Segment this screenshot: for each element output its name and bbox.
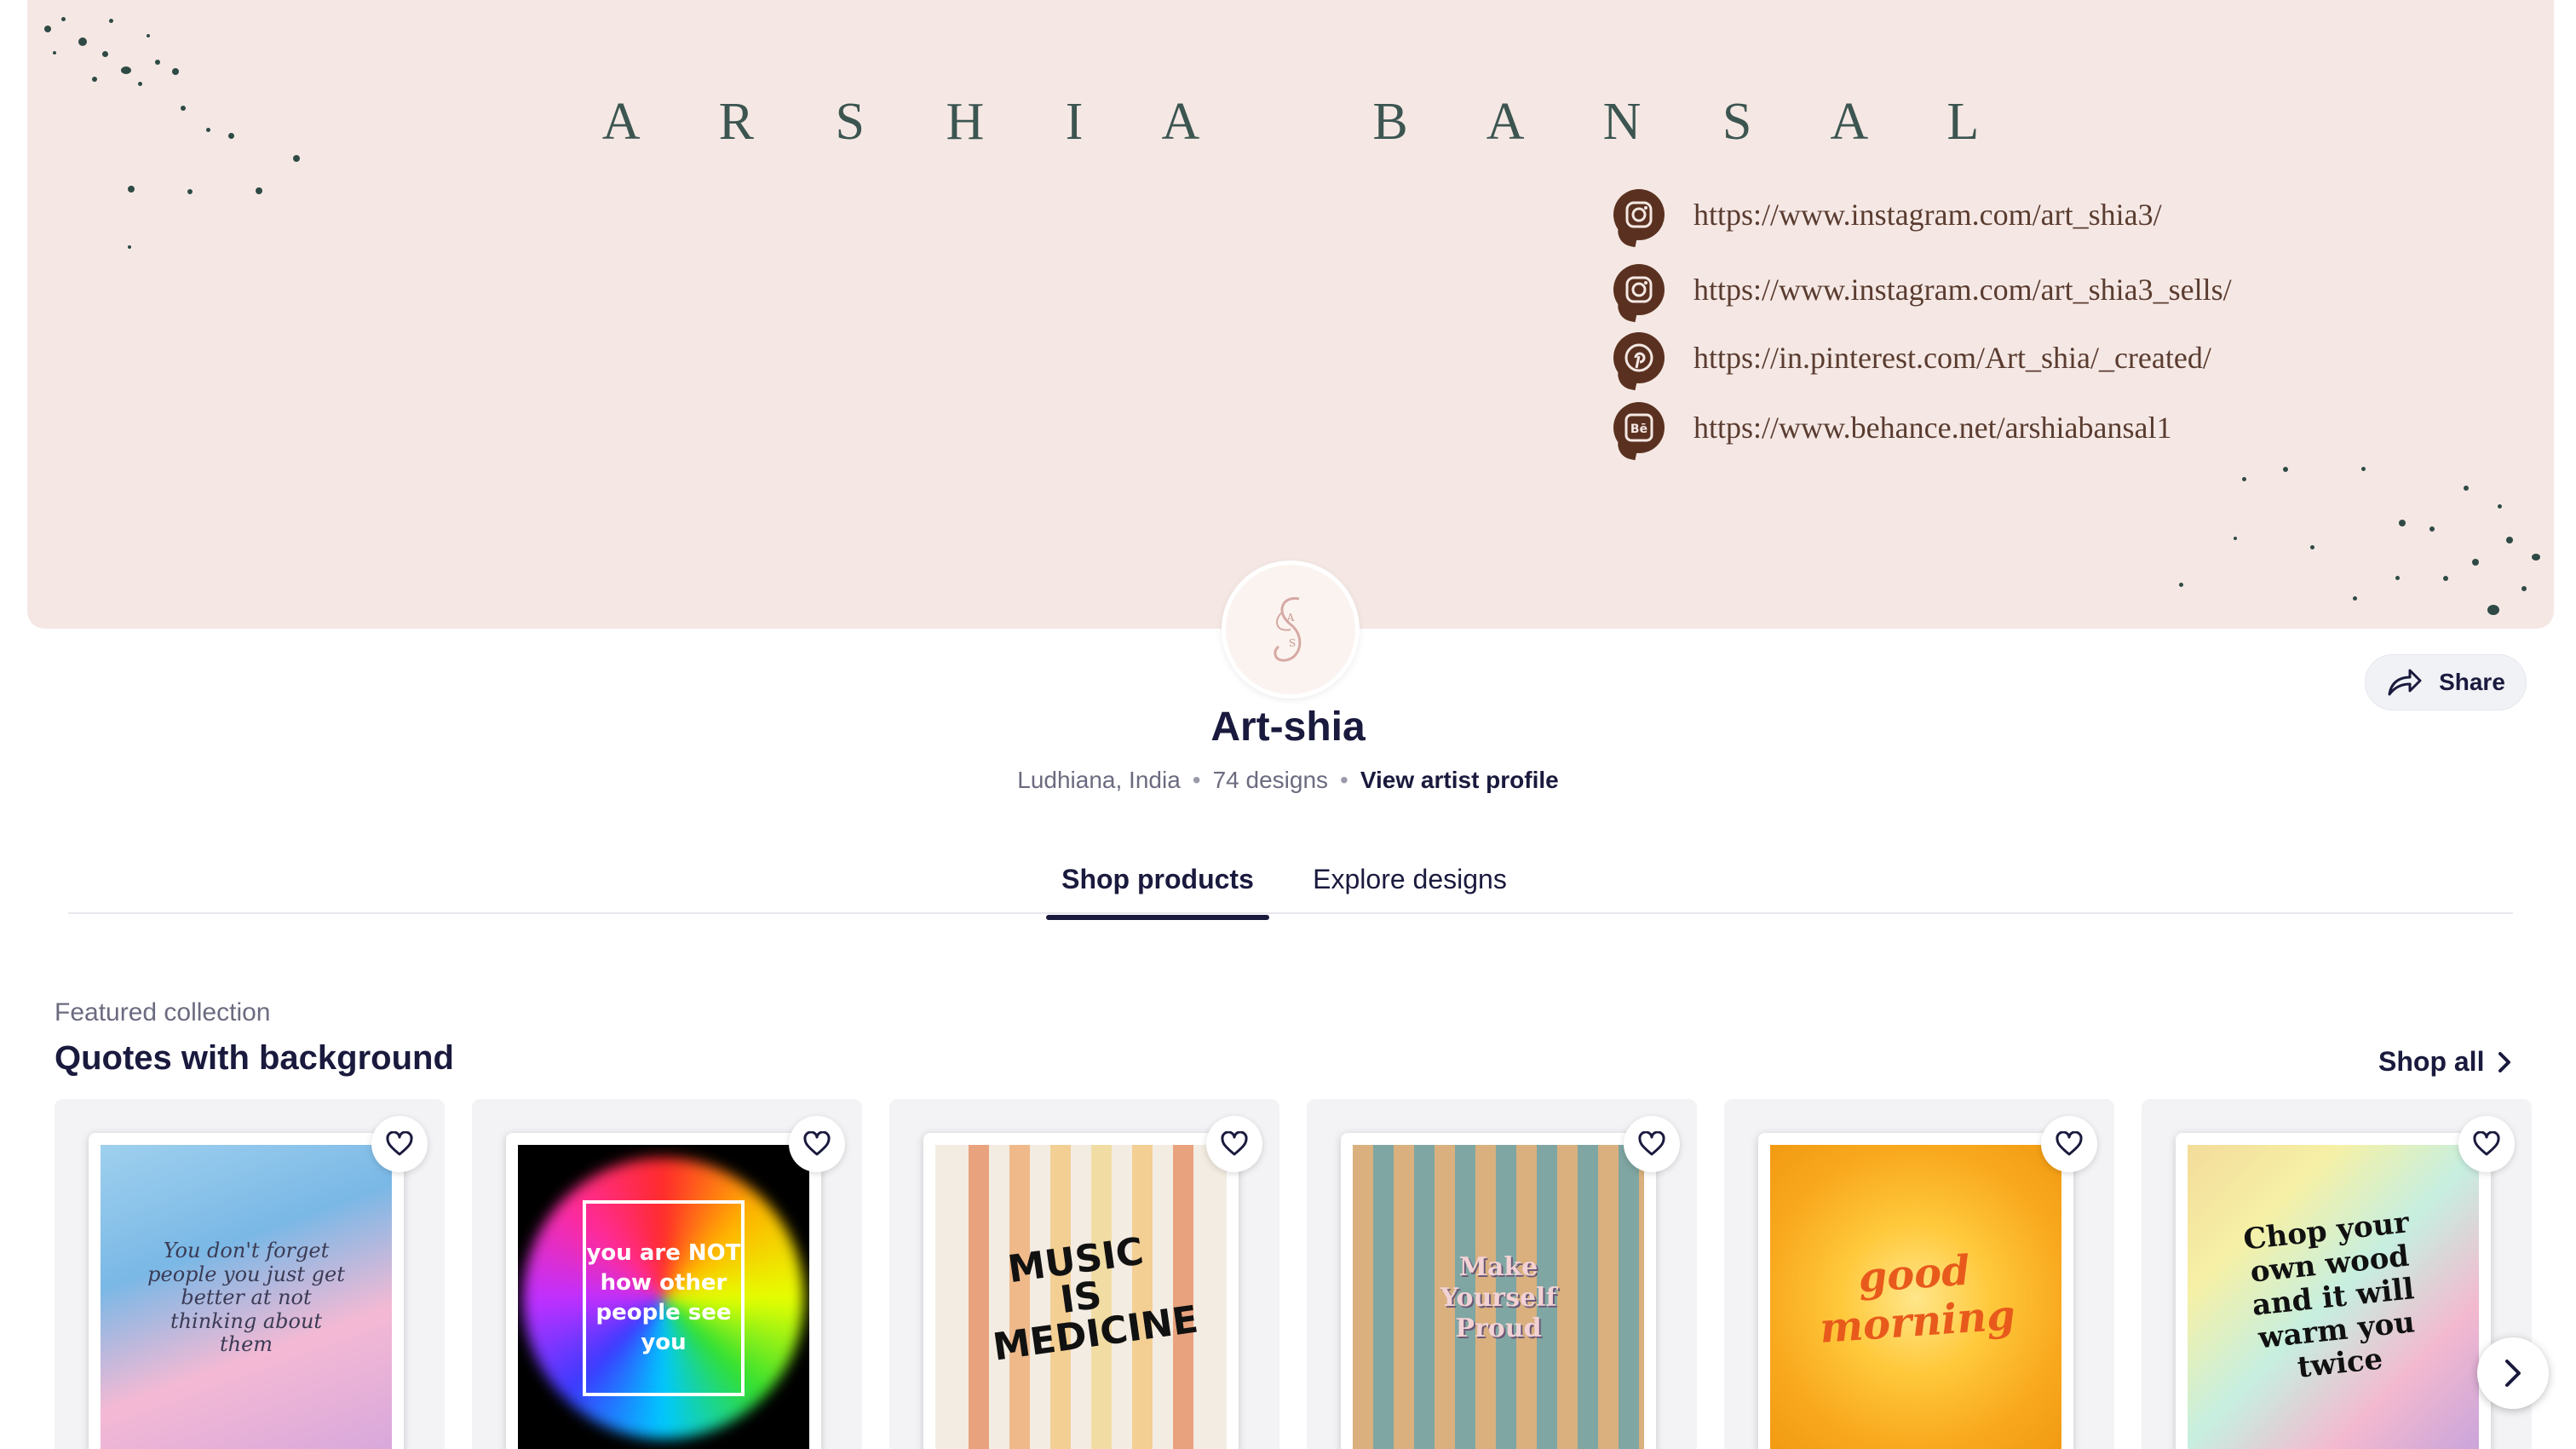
product-frame: You don't forget people you just get bet… (89, 1133, 404, 1449)
product-frame: MUSIC IS MEDICINE (923, 1133, 1239, 1449)
product-frame: you are NOT how other people see you (506, 1133, 821, 1449)
instagram-icon (1613, 189, 1665, 240)
chevron-right-icon (2505, 1360, 2521, 1387)
product-card[interactable]: you are NOT how other people see you (472, 1099, 862, 1449)
favorite-button[interactable] (2041, 1116, 2097, 1172)
artwork-text: MUSIC IS MEDICINE (990, 1229, 1201, 1370)
favorite-button[interactable] (2458, 1116, 2515, 1172)
artist-design-count: 74 designs (1212, 767, 1329, 793)
product-card[interactable]: You don't forget people you just get bet… (55, 1099, 445, 1449)
social-link-behance[interactable]: Bē https://www.behance.net/arshiabansal1 (1613, 402, 2172, 453)
carousel-next-button[interactable] (2477, 1337, 2549, 1409)
artist-logo-icon: A S (1274, 597, 1302, 662)
social-link-instagram[interactable]: https://www.instagram.com/art_shia3/ (1613, 189, 2162, 240)
heart-icon (386, 1131, 413, 1156)
tabs-divider (68, 912, 2513, 914)
artwork-text: you are NOT how other people see you (586, 1239, 741, 1356)
svg-text:S: S (1289, 637, 1296, 649)
share-button[interactable]: Share (2365, 654, 2527, 710)
chevron-right-icon (2498, 1051, 2511, 1072)
heart-icon (1638, 1131, 1665, 1156)
heart-icon (1221, 1131, 1248, 1156)
artist-meta: Ludhiana, India • 74 designs • View artist p… (0, 767, 2576, 794)
heart-icon (2473, 1131, 2500, 1156)
social-url: https://www.instagram.com/art_shia3/ (1693, 198, 2162, 232)
artwork-text: Chop your own wood and it will warm you … (2241, 1205, 2417, 1386)
separator-dot: • (1192, 767, 1201, 793)
artist-name: Art-shia (1210, 704, 1366, 750)
product-artwork: Chop your own wood and it will warm you … (2188, 1145, 2479, 1449)
heart-icon (803, 1131, 831, 1156)
instagram-icon (1613, 264, 1665, 315)
favorite-button[interactable] (1206, 1116, 1262, 1172)
profile-banner: A R S H I A B A N S A L https://www.inst… (27, 0, 2554, 629)
artwork-text: Make Yourself Proud (1440, 1252, 1557, 1343)
social-link-pinterest[interactable]: https://in.pinterest.com/Art_shia/_creat… (1613, 332, 2211, 383)
behance-icon: Bē (1613, 402, 1665, 453)
social-url: https://www.behance.net/arshiabansal1 (1693, 411, 2172, 445)
product-frame: Chop your own wood and it will warm you … (2176, 1133, 2491, 1449)
product-artwork: good morning (1770, 1145, 2061, 1449)
product-card[interactable]: good morning (1724, 1099, 2114, 1449)
shop-all-link[interactable]: Shop all (2378, 1046, 2511, 1078)
favorite-button[interactable] (1624, 1116, 1680, 1172)
product-artwork: you are NOT how other people see you (518, 1145, 809, 1449)
product-artwork: MUSIC IS MEDICINE (935, 1145, 1227, 1449)
artwork-text: good morning (1818, 1246, 2017, 1353)
favorite-button[interactable] (371, 1116, 428, 1172)
banner-title: A R S H I A B A N S A L (601, 93, 2014, 151)
svg-text:Bē: Bē (1630, 423, 1647, 436)
product-artwork: You don't forget people you just get bet… (101, 1145, 392, 1449)
share-label: Share (2439, 669, 2505, 695)
collection-title: Quotes with background (55, 1039, 454, 1077)
social-link-instagram-sells[interactable]: https://www.instagram.com/art_shia3_sell… (1613, 264, 2232, 315)
pinterest-icon (1613, 332, 1665, 383)
favorite-button[interactable] (789, 1116, 845, 1172)
social-url: https://in.pinterest.com/Art_shia/_creat… (1693, 341, 2211, 375)
svg-text:A: A (1286, 612, 1295, 624)
tab-shop-products[interactable]: Shop products (1046, 864, 1269, 920)
tab-explore-designs[interactable]: Explore designs (1303, 864, 1516, 895)
artist-avatar[interactable]: A S (1222, 561, 1360, 699)
share-icon (2388, 669, 2422, 696)
collection-kicker: Featured collection (55, 998, 271, 1026)
social-url: https://www.instagram.com/art_shia3_sell… (1693, 273, 2232, 307)
product-artwork: Make Yourself Proud (1353, 1145, 1644, 1449)
view-artist-profile-link[interactable]: View artist profile (1360, 767, 1559, 793)
product-frame: good morning (1758, 1133, 2073, 1449)
product-carousel: You don't forget people you just get bet… (55, 1099, 2532, 1449)
product-card[interactable]: MUSIC IS MEDICINE (889, 1099, 1279, 1449)
product-card[interactable]: Make Yourself Proud (1307, 1099, 1697, 1449)
shop-all-label: Shop all (2378, 1046, 2485, 1077)
product-frame: Make Yourself Proud (1341, 1133, 1656, 1449)
artwork-text: You don't forget people you just get bet… (147, 1239, 345, 1357)
separator-dot: • (1340, 767, 1348, 793)
product-card[interactable]: Chop your own wood and it will warm you … (2142, 1099, 2532, 1449)
artist-location: Ludhiana, India (1017, 767, 1181, 793)
ink-splatter-bottom-right (2106, 426, 2554, 629)
heart-icon (2056, 1131, 2083, 1156)
